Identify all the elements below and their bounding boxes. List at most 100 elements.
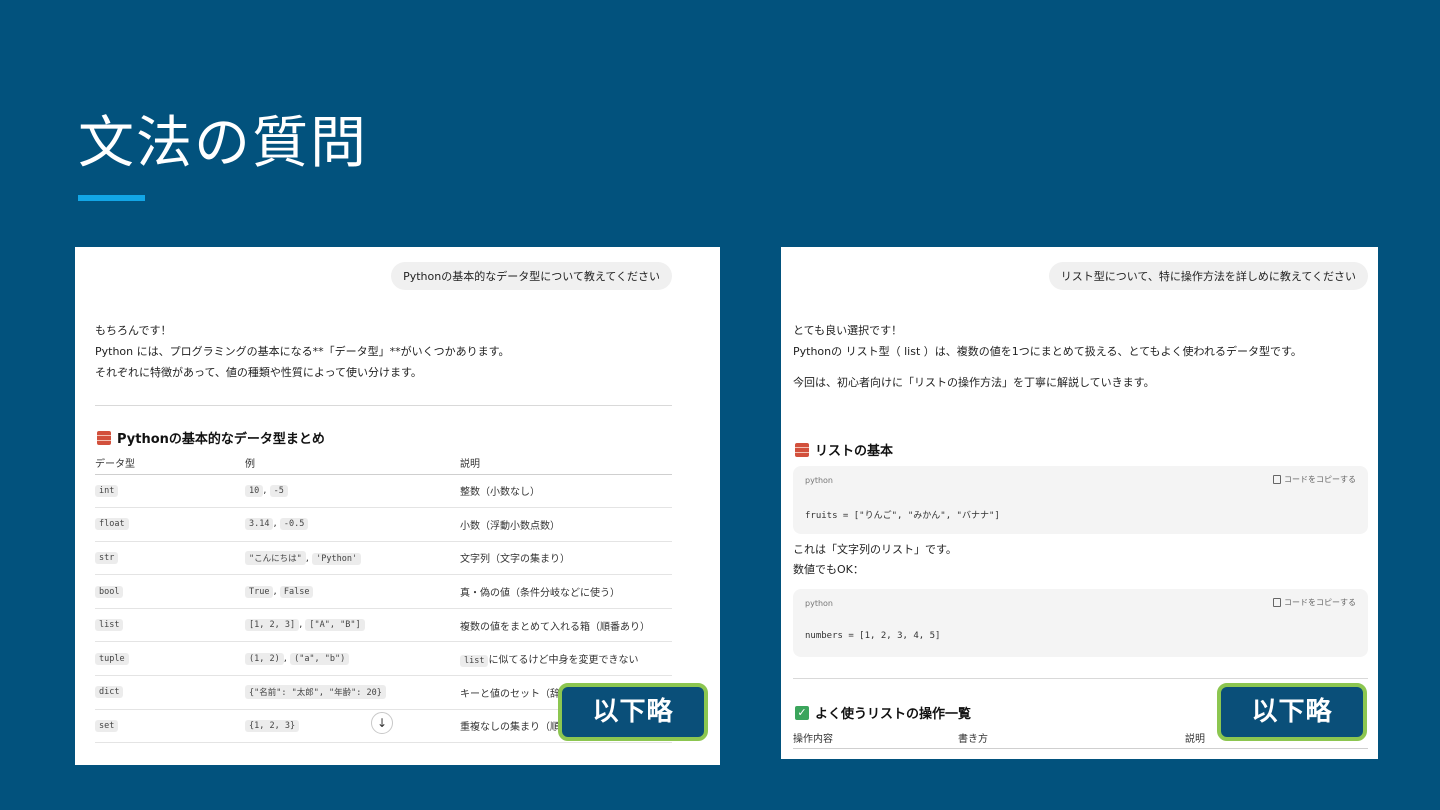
user-message-bubble: リスト型について、特に操作方法を詳しめに教えてください <box>1048 262 1368 290</box>
example-code: -0.5 <box>279 518 309 531</box>
section-heading: Pythonの基本的なデータ型まとめ <box>97 428 325 447</box>
type-cell: list <box>95 608 245 643</box>
example-cell: {1, 2, 3} <box>245 709 460 744</box>
omitted-label-left: 以下略 <box>558 683 708 741</box>
type-code: float <box>95 518 129 531</box>
table-header-cell: 操作内容 <box>793 734 833 745</box>
example-code: 3.14 <box>245 518 274 531</box>
description-text: 真・偽の値（条件分岐などに使う） <box>460 588 620 600</box>
description-text: 複数の値をまとめて入れる箱（順番あり） <box>460 621 650 633</box>
brick-emoji-icon <box>97 430 111 445</box>
description-text: 整数（小数なし） <box>460 487 540 499</box>
description-cell: 整数（小数なし） <box>460 474 672 509</box>
divider <box>95 405 672 406</box>
example-code: ("a", "b") <box>290 652 350 665</box>
answer-line: 今回は、初心者向けに「リストの操作方法」を丁寧に解説していきます。 <box>793 376 1155 389</box>
code-block: python コードをコピーする numbers = [1, 2, 3, 4, … <box>793 589 1368 657</box>
assistant-text: これは「文字列のリスト」です。 数値でもOK： <box>793 540 957 580</box>
type-code: set <box>95 719 119 732</box>
copy-code-label: コードをコピーする <box>1284 475 1356 484</box>
table-header-row: データ型 例 説明 <box>95 452 672 475</box>
slide-title: 文法の質問 <box>78 111 368 176</box>
text-line: これは「文字列のリスト」です。 <box>793 543 957 556</box>
example-cell: 3.14, -0.5 <box>245 507 460 542</box>
example-cell: True, False <box>245 574 460 609</box>
separator: , <box>273 518 280 530</box>
divider <box>793 678 1368 679</box>
assistant-answer: もちろんです！ Python には、プログラミングの基本になる**「データ型」*… <box>95 320 510 383</box>
type-cell: float <box>95 507 245 542</box>
type-cell: int <box>95 474 245 509</box>
example-code: [1, 2, 3] <box>245 619 300 632</box>
type-code: str <box>95 551 119 564</box>
description-text: 小数（浮動小数点数） <box>460 520 560 532</box>
title-accent-bar <box>78 195 145 201</box>
example-code: False <box>279 585 314 598</box>
table-row: float 3.14, -0.5 小数（浮動小数点数） <box>95 507 672 542</box>
copy-code-button[interactable]: コードをコピーする <box>1273 597 1356 608</box>
example-code: {1, 2, 3} <box>245 719 300 732</box>
type-code: dict <box>95 686 124 699</box>
check-mark-emoji-icon: ✓ <box>795 705 809 720</box>
example-code: ["A", "B"] <box>305 619 365 632</box>
arrow-down-icon: ↓ <box>376 716 388 730</box>
copy-icon <box>1273 598 1281 607</box>
separator: , <box>273 585 280 597</box>
table-header-cell: 例 <box>245 452 460 475</box>
table-header-cell: 説明 <box>1185 734 1205 745</box>
table-row: int 10, -5 整数（小数なし） <box>95 474 672 509</box>
code-text: numbers = [1, 2, 3, 4, 5] <box>805 631 941 641</box>
type-code: tuple <box>95 652 129 665</box>
assistant-answer: とても良い選択です！ Pythonの リスト型（ list ）は、複数の値を1つ… <box>793 320 1302 393</box>
section-heading: ✓ よく使うリストの操作一覧 <box>795 703 971 722</box>
type-cell: bool <box>95 574 245 609</box>
scroll-down-button[interactable]: ↓ <box>371 712 393 734</box>
description-cell: 真・偽の値（条件分岐などに使う） <box>460 574 672 609</box>
example-code: True <box>245 585 274 598</box>
type-code: int <box>95 484 119 497</box>
copy-code-label: コードをコピーする <box>1284 598 1356 607</box>
table-header-cell: 書き方 <box>958 734 988 745</box>
example-cell: [1, 2, 3], ["A", "B"] <box>245 608 460 643</box>
brick-emoji-icon <box>795 442 809 457</box>
separator: , <box>263 484 270 496</box>
type-code: list <box>95 619 124 632</box>
code-language-label: python <box>805 476 833 485</box>
description-cell: 文字列（文字の集まり） <box>460 541 672 576</box>
example-code: -5 <box>269 484 288 497</box>
text-line: 数値でもOK： <box>793 563 864 576</box>
description-cell: 複数の値をまとめて入れる箱（順番あり） <box>460 608 672 643</box>
type-cell: tuple <box>95 641 245 677</box>
code-block: python コードをコピーする fruits = ["りんご", "みかん",… <box>793 466 1368 534</box>
section-heading-text: リストの基本 <box>815 444 894 459</box>
copy-code-button[interactable]: コードをコピーする <box>1273 474 1356 485</box>
code-language-label: python <box>805 599 833 608</box>
description-cell: 小数（浮動小数点数） <box>460 507 672 542</box>
description-cell: list に似てるけど中身を変更できない <box>460 641 672 677</box>
table-row: bool True, False 真・偽の値（条件分岐などに使う） <box>95 574 672 609</box>
type-cell: set <box>95 709 245 744</box>
example-cell: (1, 2), ("a", "b") <box>245 641 460 677</box>
type-cell: str <box>95 541 245 576</box>
example-cell: 10, -5 <box>245 474 460 509</box>
example-code: 'Python' <box>312 552 362 565</box>
table-row: tuple (1, 2), ("a", "b") list に似てるけど中身を変更でき… <box>95 641 672 677</box>
example-code: (1, 2) <box>245 652 284 665</box>
example-cell: {"名前": "太郎", "年齢": 20} <box>245 675 460 710</box>
example-code: {"名前": "太郎", "年齢": 20} <box>245 685 386 700</box>
answer-line: とても良い選択です！ <box>793 324 903 337</box>
table-row: str "こんにちは", 'Python' 文字列（文字の集まり） <box>95 541 672 576</box>
answer-line: Python には、プログラミングの基本になる**「データ型」**がいくつかあり… <box>95 345 510 358</box>
answer-line: それぞれに特徴があって、値の種類や性質によって使い分けます。 <box>95 366 422 379</box>
description-code: list <box>460 654 489 667</box>
description-text: 文字列（文字の集まり） <box>460 554 570 566</box>
answer-line: Pythonの リスト型（ list ）は、複数の値を1つにまとめて扱える、とて… <box>793 345 1302 358</box>
copy-icon <box>1273 475 1281 484</box>
type-code: bool <box>95 585 124 598</box>
section-heading-text: Pythonの基本的なデータ型まとめ <box>117 432 325 447</box>
user-message-bubble: Pythonの基本的なデータ型について教えてください <box>391 262 672 290</box>
code-text: fruits = ["りんご", "みかん", "バナナ"] <box>805 511 1000 521</box>
example-code: 10 <box>245 484 264 497</box>
type-cell: dict <box>95 675 245 710</box>
table-header-cell: 説明 <box>460 452 672 475</box>
